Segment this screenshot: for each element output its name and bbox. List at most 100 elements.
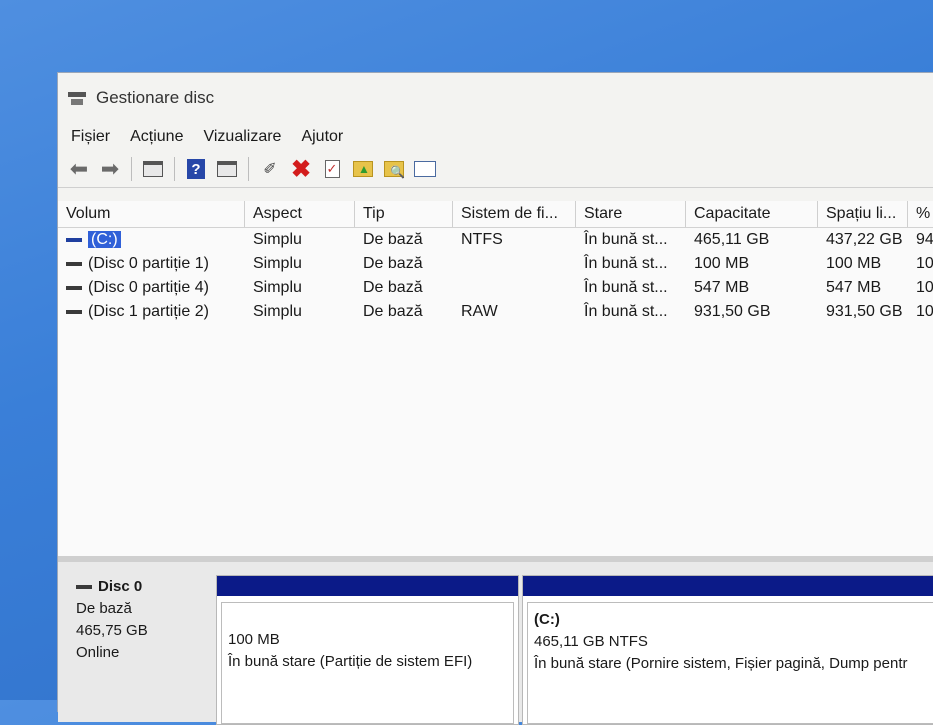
disk-name: Disc 0 xyxy=(98,578,143,595)
volume-cell: (C:) xyxy=(58,228,245,252)
disk-graphical-view: Disc 0 De bază 465,75 GB Online 100 MB Î… xyxy=(58,562,933,725)
disk-management-window: Gestionare disc Fișier Acțiune Vizualiza… xyxy=(57,72,933,725)
volume-name: (C:) xyxy=(88,231,121,248)
volume-icon xyxy=(66,285,82,290)
disk-management-icon xyxy=(68,90,88,106)
partition-c[interactable]: (C:) 465,11 GB NTFS În bună stare (Porni… xyxy=(522,575,933,725)
filesystem-cell: RAW xyxy=(461,303,498,320)
layout-cell: Simplu xyxy=(253,255,302,272)
partition-size: 100 MB xyxy=(228,631,280,648)
filesystem-cell xyxy=(453,276,576,300)
type-cell: De bază xyxy=(363,303,423,320)
column-header-filesystem[interactable]: Sistem de fi... xyxy=(453,201,576,227)
status-cell: În bună st... xyxy=(584,231,668,248)
console-tree-button[interactable] xyxy=(140,156,166,182)
menu-bar: Fișier Acțiune Vizualizare Ajutor xyxy=(58,123,933,151)
status-cell: În bună st... xyxy=(584,303,668,320)
layout-cell: Simplu xyxy=(253,231,302,248)
partition-status: În bună stare (Pornire sistem, Fișier pa… xyxy=(534,655,908,672)
partition-size: 465,11 GB NTFS xyxy=(534,633,648,650)
capacity-cell: 100 MB xyxy=(694,255,750,272)
search-folder-button[interactable]: 🔍 xyxy=(381,156,407,182)
column-header-free-space[interactable]: Spațiu li... xyxy=(818,201,908,227)
volume-list: Volum Aspect Tip Sistem de fi... Stare C… xyxy=(58,201,933,556)
volume-icon xyxy=(66,309,82,314)
volume-name: (Disc 1 partiție 2) xyxy=(88,303,209,320)
action-pane-icon xyxy=(217,161,237,177)
properties-button[interactable]: ✓ xyxy=(319,156,345,182)
column-header-status[interactable]: Stare xyxy=(576,201,686,227)
disk-icon xyxy=(76,585,92,590)
capacity-cell: 931,50 GB xyxy=(694,303,771,320)
connect-drive-button[interactable]: ✐ xyxy=(257,156,283,182)
menu-action[interactable]: Acțiune xyxy=(130,128,183,146)
percent-cell: 10 xyxy=(916,303,933,320)
action-pane-button[interactable] xyxy=(214,156,240,182)
forward-arrow-icon[interactable]: ➡ xyxy=(97,156,123,182)
type-cell: De bază xyxy=(363,279,423,296)
partition-info: 100 MB În bună stare (Partiție de sistem… xyxy=(221,602,514,724)
window-title: Gestionare disc xyxy=(96,88,215,107)
disk-type: De bază xyxy=(76,600,132,617)
table-row[interactable]: (Disc 0 partiție 4) Simplu De bază În bu… xyxy=(58,276,933,300)
disk-size: 465,75 GB xyxy=(76,622,148,639)
capacity-cell: 465,11 GB xyxy=(694,231,770,248)
free-space-cell: 100 MB xyxy=(826,255,882,272)
volume-list-header: Volum Aspect Tip Sistem de fi... Stare C… xyxy=(58,201,933,228)
toolbar-separator xyxy=(248,157,249,181)
free-space-cell: 931,50 GB xyxy=(826,303,903,320)
toolbar: ⬅ ➡ ? ✐ ✖ ✓ ▲ 🔍 xyxy=(58,151,933,188)
free-space-cell: 437,22 GB xyxy=(826,231,903,248)
toolbar-separator xyxy=(174,157,175,181)
table-row[interactable]: (Disc 1 partiție 2) Simplu De bază RAW Î… xyxy=(58,300,933,324)
partition-status: În bună stare (Partiție de sistem EFI) xyxy=(228,653,473,670)
help-icon: ? xyxy=(187,159,205,179)
column-header-type[interactable]: Tip xyxy=(355,201,453,227)
title-bar: Gestionare disc xyxy=(58,73,933,123)
partition-bar xyxy=(217,576,518,596)
volume-cell: (Disc 1 partiție 2) xyxy=(58,300,245,324)
capacity-cell: 547 MB xyxy=(694,279,750,296)
folder-up-icon: ▲ xyxy=(353,161,373,177)
layout-cell: Simplu xyxy=(253,303,302,320)
column-header-capacity[interactable]: Capacitate xyxy=(686,201,818,227)
partition-label: (C:) xyxy=(534,611,560,628)
console-tree-icon xyxy=(143,161,163,177)
volume-cell: (Disc 0 partiție 4) xyxy=(58,276,245,300)
list-view-button[interactable] xyxy=(412,156,438,182)
table-row[interactable]: (C:) Simplu De bază NTFS În bună st... 4… xyxy=(58,228,933,252)
menu-file[interactable]: Fișier xyxy=(71,128,110,146)
disk-info[interactable]: Disc 0 De bază 465,75 GB Online xyxy=(76,576,148,664)
help-button[interactable]: ? xyxy=(183,156,209,182)
connect-drive-icon: ✐ xyxy=(263,161,277,178)
type-cell: De bază xyxy=(363,255,423,272)
list-view-icon xyxy=(414,161,436,177)
checklist-icon: ✓ xyxy=(324,160,340,178)
up-folder-button[interactable]: ▲ xyxy=(350,156,376,182)
menu-help[interactable]: Ajutor xyxy=(301,128,343,146)
filesystem-cell xyxy=(453,252,576,276)
partition-info: (C:) 465,11 GB NTFS În bună stare (Porni… xyxy=(527,602,933,724)
partition-efi[interactable]: 100 MB În bună stare (Partiție de sistem… xyxy=(216,575,519,725)
type-cell: De bază xyxy=(363,231,423,248)
table-row[interactable]: (Disc 0 partiție 1) Simplu De bază În bu… xyxy=(58,252,933,276)
volume-cell: (Disc 0 partiție 1) xyxy=(58,252,245,276)
free-space-cell: 547 MB xyxy=(826,279,882,296)
folder-search-icon: 🔍 xyxy=(384,161,405,179)
volume-icon xyxy=(66,237,82,242)
delete-icon[interactable]: ✖ xyxy=(288,156,314,183)
back-arrow-icon[interactable]: ⬅ xyxy=(66,156,92,182)
column-header-volume[interactable]: Volum xyxy=(58,201,245,227)
volume-name: (Disc 0 partiție 1) xyxy=(88,255,209,272)
toolbar-separator xyxy=(131,157,132,181)
percent-cell: 10 xyxy=(916,255,933,272)
column-header-percent[interactable]: % xyxy=(908,201,933,227)
filesystem-cell: NTFS xyxy=(461,231,503,248)
status-cell: În bună st... xyxy=(584,255,668,272)
column-header-layout[interactable]: Aspect xyxy=(245,201,355,227)
percent-cell: 10 xyxy=(916,279,933,296)
volume-icon xyxy=(66,261,82,266)
volume-name: (Disc 0 partiție 4) xyxy=(88,279,209,296)
menu-view[interactable]: Vizualizare xyxy=(203,128,281,146)
disk-title-row: Disc 0 xyxy=(76,576,148,598)
